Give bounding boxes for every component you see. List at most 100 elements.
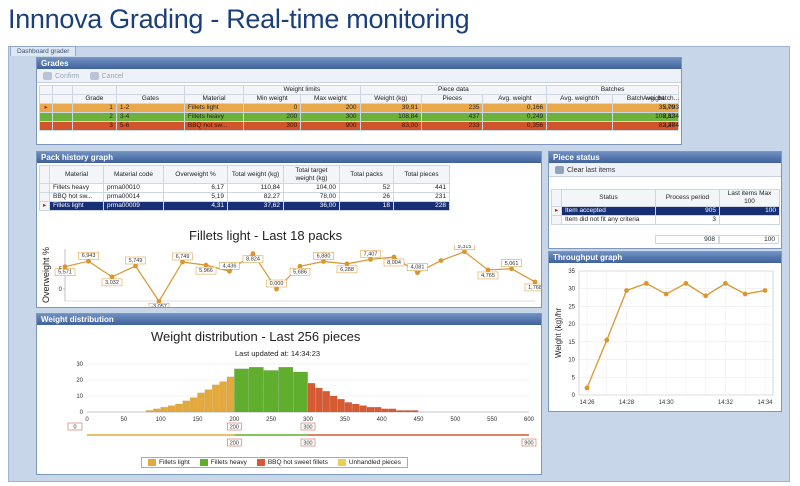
legend-label: Fillets light	[159, 459, 190, 467]
row-selector-icon: ▸	[39, 201, 50, 211]
histogram-bar	[248, 367, 264, 413]
histogram-bar	[204, 389, 213, 413]
table-row[interactable]: ▸ 1 1-2 Fillets light 0 200 39,91 235 0,…	[38, 103, 679, 113]
col-max-weight[interactable]: Max weight	[300, 94, 361, 104]
pack-history-chart: 05Overweight %5,5716,9433,0325,749-3,057…	[41, 245, 541, 307]
data-point	[227, 268, 232, 274]
clear-icon	[555, 165, 564, 174]
range-label: 900	[524, 441, 533, 447]
cell: 3	[655, 215, 720, 225]
cell: 5,19	[163, 192, 228, 202]
x-tick-label: 300	[303, 417, 314, 423]
data-label: 5,061	[505, 261, 519, 267]
cell: prma00014	[103, 192, 164, 202]
cell: prma00010	[103, 183, 164, 193]
table-row-selected[interactable]: ▸ Fillets light prma00009 4,31 37,62 36,…	[39, 201, 450, 211]
data-label: 5,686	[293, 269, 307, 275]
cell	[546, 103, 614, 113]
histogram-bar	[410, 410, 419, 413]
cancel-label: Cancel	[101, 72, 124, 80]
y-tick-label: 25	[568, 304, 575, 310]
piece-status-table: Status Process period Last items Max 100…	[551, 189, 780, 225]
data-point	[624, 288, 629, 293]
col-total-packs[interactable]: Total packs	[339, 165, 394, 184]
col-avg-batch[interactable]: Avg. batch...	[627, 94, 679, 103]
piece-status-totals: 908 100	[655, 235, 779, 244]
data-point	[321, 259, 326, 264]
cell: Fillets heavy	[49, 183, 104, 193]
cancel-icon	[89, 71, 99, 80]
legend-item: BBQ hot sweet fillets	[256, 458, 328, 466]
cell: 235	[421, 103, 484, 113]
clear-last-items-button[interactable]: Clear last items	[555, 165, 615, 174]
col-overweight[interactable]: Overweight %	[163, 165, 228, 184]
cell: 0	[243, 103, 302, 113]
range-label: 0	[73, 425, 76, 431]
pack-chart-title: Fillets light - Last 18 packs	[189, 228, 343, 243]
table-row[interactable]: Item did not fit any criteria 3	[551, 215, 780, 225]
table-row[interactable]: Fillets heavy prma00010 6,17 110,84 104,…	[39, 183, 450, 193]
col-target-weight[interactable]: Total target weight (kg)	[283, 165, 340, 184]
cell: 5-6	[115, 121, 185, 131]
piece-status-panel: Piece status Clear last items Status Pro…	[548, 151, 782, 249]
cell: 200	[243, 112, 302, 122]
weight-dist-chart-title: Weight distribution - Last 256 pieces	[151, 329, 361, 344]
col-weight[interactable]: Weight (kg)	[359, 94, 423, 104]
col-process-period[interactable]: Process period	[655, 189, 720, 207]
col-gates[interactable]: Gates	[115, 94, 185, 104]
col-material[interactable]: Material	[49, 165, 104, 184]
confirm-button[interactable]: Confirm	[43, 71, 80, 80]
plot-area	[578, 270, 774, 396]
cell: 300	[243, 121, 302, 131]
cell: 36,00	[283, 201, 340, 211]
x-tick-label: 400	[377, 417, 388, 423]
col-total-pieces[interactable]: Total pieces	[393, 165, 450, 184]
table-row[interactable]: 2 3-4 Fillets heavy 200 300 108,84 437 0…	[38, 112, 679, 122]
col-material[interactable]: Material	[183, 94, 245, 104]
table-row-selected[interactable]: ▸ Item accepted 905 100	[551, 206, 780, 216]
y-tick-label: 15	[568, 340, 575, 346]
data-point	[344, 261, 350, 267]
y-axis-title: Overweight %	[41, 247, 51, 303]
y-axis-title: Weight (kg)/hr	[554, 308, 563, 358]
y-tick-label: 35	[568, 269, 575, 275]
col-last-items[interactable]: Last items Max 100	[719, 189, 780, 207]
y-tick-label: 10	[568, 358, 575, 364]
cell: 1	[71, 103, 117, 113]
col-material-code[interactable]: Material code	[103, 165, 164, 184]
col-status[interactable]: Status	[561, 189, 656, 207]
cell: 441	[393, 183, 450, 193]
cell: 37,62	[227, 201, 284, 211]
data-point	[415, 270, 420, 276]
cell: Fillets light	[183, 103, 245, 113]
legend-swatch	[199, 458, 208, 466]
data-label: 5,571	[58, 270, 72, 276]
cell: 300	[300, 112, 361, 122]
table-row[interactable]: BBQ hot sw... prma00014 5,19 82,27 78,00…	[39, 192, 450, 202]
col-pieces[interactable]: Pieces	[421, 94, 484, 104]
data-label: 8,824	[246, 257, 260, 263]
col-avg-weight[interactable]: Avg. weight	[482, 94, 548, 104]
histogram-bar	[263, 370, 279, 413]
cancel-button[interactable]: Cancel	[89, 71, 124, 80]
data-label: 6,880	[317, 253, 331, 259]
data-point	[462, 249, 467, 255]
cell: 200	[300, 103, 361, 113]
tab-dashboard-grader[interactable]: Dashboard grader	[10, 46, 77, 56]
cell: 104,00	[283, 183, 340, 193]
grades-panel: Grades Confirm Cancel Weight limits Piec…	[36, 57, 682, 145]
col-avg-weight-h[interactable]: Avg. weight/h	[546, 94, 614, 104]
col-grade[interactable]: Grade	[71, 94, 117, 104]
data-label: 6,749	[176, 254, 190, 260]
y-tick-label: 30	[76, 362, 83, 368]
table-row[interactable]: 3 5-6 BBQ hot sw... 300 900 83,00 233 0,…	[38, 121, 679, 131]
data-point	[643, 281, 649, 286]
data-point	[509, 266, 514, 272]
data-label: 1,768	[528, 285, 541, 291]
histogram-bar	[374, 407, 382, 413]
histogram-bar	[278, 367, 294, 413]
histogram-bar	[153, 408, 161, 413]
histogram-bar	[167, 405, 176, 413]
col-min-weight[interactable]: Min weight	[243, 94, 302, 104]
col-total-weight[interactable]: Total weight (kg)	[227, 165, 284, 184]
